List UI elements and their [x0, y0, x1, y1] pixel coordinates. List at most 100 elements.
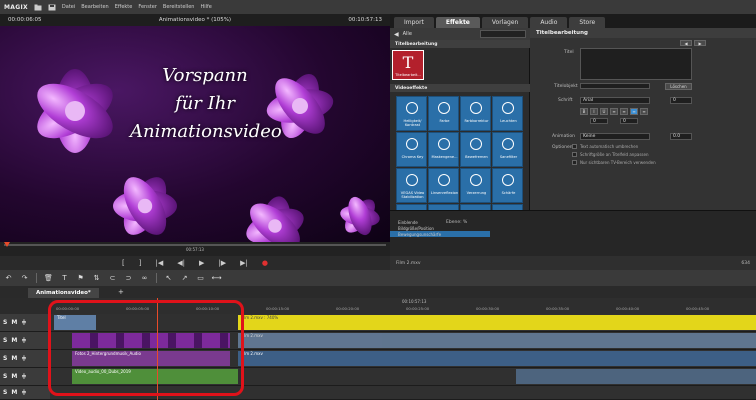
mark-in-icon[interactable]: [ [122, 259, 125, 267]
tab-templates[interactable]: Vorlagen [481, 17, 529, 28]
menu-share[interactable]: Bereitstellen [163, 4, 195, 10]
mute-button[interactable]: M [11, 389, 17, 396]
stabilize-icon [406, 174, 418, 186]
play-icon[interactable]: ▶ [199, 259, 204, 267]
bold-button[interactable]: B [580, 108, 588, 115]
app-logo: MAGIX [4, 3, 28, 11]
effect-tile[interactable]: Linsenreflexion [428, 168, 459, 203]
effect-tile[interactable]: Farbkorrektur [460, 96, 491, 131]
menu-edit[interactable]: Bearbeiten [81, 4, 108, 10]
tab-effects[interactable]: Effekte [435, 17, 480, 28]
audio-waveform-clip[interactable]: Film 2.mxv [238, 351, 756, 366]
mark-out-icon[interactable]: ] [139, 259, 142, 267]
effect-tile[interactable]: Farbe [428, 96, 459, 131]
panel-prev-button[interactable]: ◀ [680, 40, 692, 46]
menu-help[interactable]: Hilfe [200, 4, 211, 10]
mute-button[interactable]: M [11, 373, 17, 380]
ripple-icon[interactable]: ∞ [140, 274, 149, 283]
tab-audio[interactable]: Audio [530, 17, 568, 28]
trim-icon[interactable]: ⟷ [211, 274, 221, 283]
split-icon[interactable]: ⇅ [92, 274, 101, 283]
solo-button[interactable]: S [3, 373, 7, 380]
video-preview[interactable]: Vorspann für Ihr Animationsvideo [0, 26, 390, 242]
solo-button[interactable]: S [3, 337, 7, 344]
effect-tile[interactable]: Sanefilter [492, 132, 523, 167]
undo-icon[interactable]: ↶ [4, 274, 13, 283]
select-icon[interactable]: ▭ [196, 274, 205, 283]
markers-icon[interactable]: ⚑ [76, 274, 85, 283]
back-arrow-icon[interactable]: ◀ [394, 31, 399, 38]
chroma-icon [406, 138, 418, 150]
title-text-field[interactable] [580, 48, 692, 80]
track-settings-icon[interactable]: ≑ [21, 337, 26, 344]
title-editing-tile[interactable]: T Titelbearbeit... [392, 50, 424, 80]
align-left-button[interactable]: ≡ [610, 108, 618, 115]
mute-button[interactable]: M [11, 355, 17, 362]
align-center-button[interactable]: ≡ [620, 108, 628, 115]
animation-value-input[interactable]: 0.0 [670, 133, 692, 140]
effect-tile[interactable]: VEGAS Video Stabilization [396, 168, 427, 203]
font-size-input[interactable]: 0 [670, 97, 692, 104]
project-tab[interactable]: Animationsvideo* [28, 288, 99, 298]
prev-frame-icon[interactable]: ◀| [177, 259, 185, 267]
effects-search-input[interactable] [480, 30, 526, 38]
track-settings-icon[interactable]: ≑ [21, 355, 26, 362]
solo-button[interactable]: S [3, 355, 7, 362]
go-start-icon[interactable]: |◀ [155, 259, 163, 267]
add-tab-icon[interactable]: + [118, 288, 124, 296]
pointer-icon[interactable]: ↖ [164, 274, 173, 283]
folder-icon[interactable] [34, 4, 42, 11]
effects-filter[interactable]: Alle [403, 31, 412, 37]
justify-button[interactable]: ≡ [640, 108, 648, 115]
track-settings-icon[interactable]: ≑ [21, 389, 26, 396]
timeline-clip[interactable]: Film 2.mxv [238, 333, 756, 348]
effect-tile[interactable]: Helligkeit/ Kontrast [396, 96, 427, 131]
text-icon[interactable]: T [60, 274, 69, 283]
keyframe-row[interactable]: Bewegungsunschärfe [390, 231, 490, 237]
solo-button[interactable]: S [3, 389, 7, 396]
underline-button[interactable]: U [600, 108, 608, 115]
effect-tile[interactable]: Chroma Key [396, 132, 427, 167]
track-settings-icon[interactable]: ≑ [21, 373, 26, 380]
delete-button[interactable]: Löschen [665, 83, 692, 90]
menu-window[interactable]: Fenster [138, 4, 157, 10]
menu-effects[interactable]: Effekte [115, 4, 133, 10]
scrub-bar[interactable] [4, 244, 386, 246]
effect-tile[interactable]: Bewefremen [460, 132, 491, 167]
range-icon[interactable]: ↗ [180, 274, 189, 283]
menu-file[interactable]: Datei [62, 4, 75, 10]
tab-store[interactable]: Store [569, 17, 606, 28]
font-select[interactable]: Arial [580, 97, 650, 104]
timeline-clip[interactable] [516, 369, 756, 384]
group-icon[interactable]: ⊃ [124, 274, 133, 283]
save-icon[interactable] [48, 4, 56, 11]
mute-button[interactable]: M [11, 319, 17, 326]
scrub-marker-icon[interactable] [4, 242, 10, 247]
animation-select[interactable]: Keine [580, 133, 650, 140]
title-object-select[interactable] [580, 83, 650, 89]
option-checkbox[interactable] [572, 144, 577, 149]
preview-scrubber[interactable]: 00:57:13 [0, 242, 390, 256]
go-end-icon[interactable]: ▶| [240, 259, 248, 267]
panel-next-button[interactable]: ▶ [694, 40, 706, 46]
solo-button[interactable]: S [3, 319, 7, 326]
tab-import[interactable]: Import [394, 17, 434, 28]
option-checkbox[interactable] [572, 152, 577, 157]
effect-tile[interactable]: Maskengene... [428, 132, 459, 167]
timeline-clip[interactable]: Film 2.mxv : 740% [238, 315, 756, 330]
option-checkbox[interactable] [572, 160, 577, 165]
align-right-button[interactable]: ≡ [630, 108, 638, 115]
next-frame-icon[interactable]: |▶ [218, 259, 226, 267]
line-spacing-input[interactable]: 0 [620, 118, 638, 124]
char-spacing-input[interactable]: 0 [590, 118, 608, 124]
record-icon[interactable]: ● [262, 259, 268, 267]
link-icon[interactable]: ⊂ [108, 274, 117, 283]
italic-button[interactable]: I [590, 108, 598, 115]
delete-icon[interactable]: 🗑 [44, 274, 53, 283]
effect-tile[interactable]: Schärfe [492, 168, 523, 203]
effect-tile[interactable]: Verzerrung [460, 168, 491, 203]
track-settings-icon[interactable]: ≑ [21, 319, 26, 326]
effect-tile[interactable]: Leuchten [492, 96, 523, 131]
redo-icon[interactable]: ↷ [20, 274, 29, 283]
mute-button[interactable]: M [11, 337, 17, 344]
